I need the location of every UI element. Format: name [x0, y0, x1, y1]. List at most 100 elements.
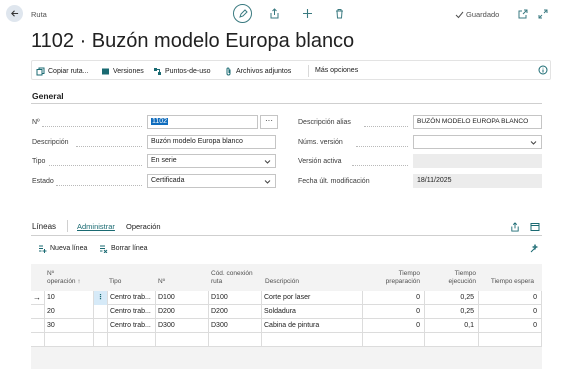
table-row[interactable]: 30 Centro trab... D300 D300 Cabina de pi… [31, 319, 542, 333]
copy-route-action[interactable]: Copiar ruta... [36, 67, 88, 76]
attachments-label: Archivos adjuntos [236, 68, 292, 75]
estado-select[interactable]: Certificada [147, 174, 276, 188]
cell-tipo[interactable]: Centro trab... [107, 291, 155, 305]
cell-espera[interactable]: 0 [478, 319, 542, 333]
table-row[interactable]: → 10 ⋮ Centro trab... D100 D100 Corte po… [31, 291, 542, 305]
versions-action[interactable]: Versiones [101, 67, 144, 76]
cell-no[interactable]: D300 [155, 319, 208, 333]
pencil-icon [238, 8, 248, 18]
new-line-button[interactable]: Nueva línea [38, 244, 87, 253]
cell-cod[interactable]: D100 [208, 291, 261, 305]
col-header-ejec-line1: Tiempo [454, 270, 476, 277]
row-menu-icon[interactable]: ⋮ [93, 291, 107, 305]
breadcrumb[interactable]: Ruta [31, 10, 47, 19]
tipo-label: Tipo [32, 158, 46, 165]
cell-descripcion[interactable]: Cabina de pintura [261, 319, 362, 333]
cell-cod[interactable]: D300 [208, 319, 261, 333]
col-header-operacion[interactable]: Nº operación ↑ [47, 270, 81, 285]
delete-button[interactable] [334, 8, 345, 19]
col-header-tiempo-espera[interactable]: Tiempo espera [488, 278, 534, 286]
cell-descripcion[interactable]: Soldadura [261, 305, 362, 319]
row-menu-cell[interactable] [93, 305, 107, 319]
tipo-select[interactable]: En serie [147, 154, 276, 168]
row-menu-cell[interactable] [93, 319, 107, 333]
general-divider [31, 103, 542, 104]
tab-operacion[interactable]: Operación [126, 222, 161, 231]
col-header-tiempo-ejecucion[interactable]: Tiempo ejecución [433, 270, 476, 285]
col-header-cod-line2: ruta [211, 277, 223, 285]
alias-field[interactable]: BUZÓN MODELO EUROPA BLANCO [413, 115, 542, 129]
cell-no[interactable]: D100 [155, 291, 208, 305]
expand-button[interactable] [537, 8, 548, 19]
lines-share-button[interactable] [509, 221, 520, 232]
cell-prep[interactable]: 0 [362, 305, 424, 319]
book-icon [102, 68, 109, 75]
cell-descripcion[interactable]: Corte por laser [261, 291, 362, 305]
cell-no[interactable] [155, 333, 208, 347]
edit-button[interactable] [233, 4, 252, 23]
cell-espera[interactable]: 0 [478, 305, 542, 319]
delete-line-button[interactable]: Borrar línea [99, 244, 148, 253]
col-header-operacion-line1: Nº [47, 270, 55, 277]
cell-tipo[interactable] [107, 333, 155, 347]
cell-descripcion[interactable] [261, 333, 362, 347]
cell-cod[interactable] [208, 333, 261, 347]
no-assist-button[interactable]: ··· [260, 115, 278, 129]
cell-ejec[interactable]: 0,25 [424, 291, 478, 305]
copy-icon [36, 67, 45, 76]
cell-operacion[interactable]: 20 [44, 305, 93, 319]
table-row[interactable]: 20 Centro trab... D200 D200 Soldadura 0 … [31, 305, 542, 319]
fecha-field: 18/11/2025 [413, 174, 542, 188]
info-icon [538, 65, 548, 75]
row-menu-cell[interactable] [93, 333, 107, 347]
more-options-label: Más opciones [315, 67, 359, 74]
no-field[interactable]: 1102 [147, 115, 258, 129]
cell-espera[interactable]: 0 [478, 291, 542, 305]
back-button[interactable] [6, 5, 23, 22]
cell-tipo[interactable]: Centro trab... [107, 305, 155, 319]
new-line-label: Nueva línea [50, 245, 88, 252]
col-header-descripcion[interactable]: Descripción [265, 278, 299, 286]
lines-title: Líneas [32, 222, 57, 231]
col-header-tiempo-preparacion[interactable]: Tiempo preparación [380, 270, 420, 285]
descripcion-field[interactable]: Buzón modelo Europa blanco [147, 135, 276, 149]
more-options-action[interactable]: Más opciones [315, 67, 358, 74]
attachments-action[interactable]: Archivos adjuntos [224, 67, 291, 76]
alias-label: Descripción alias [298, 119, 351, 126]
cell-prep[interactable]: 0 [362, 319, 424, 333]
col-header-tipo[interactable]: Tipo [109, 278, 121, 286]
share-button[interactable] [269, 8, 280, 19]
cell-ejec[interactable]: 0,25 [424, 305, 478, 319]
version-activa-field [413, 154, 542, 168]
general-section-title: General [32, 91, 64, 101]
tipo-value: En serie [151, 157, 177, 164]
cell-ejec[interactable] [424, 333, 478, 347]
cell-espera[interactable] [478, 333, 542, 347]
cell-cod[interactable]: D200 [208, 305, 261, 319]
info-button[interactable] [538, 65, 548, 75]
cell-operacion[interactable] [44, 333, 93, 347]
cell-no[interactable]: D200 [155, 305, 208, 319]
personalize-button[interactable] [528, 243, 539, 254]
cell-ejec[interactable]: 0,1 [424, 319, 478, 333]
cell-tipo[interactable]: Centro trab... [107, 319, 155, 333]
paperclip-icon [226, 67, 231, 76]
chevron-down-icon [264, 180, 271, 184]
cell-operacion[interactable]: 10 [44, 291, 93, 305]
col-header-no[interactable]: Nº [158, 278, 165, 286]
table-row-empty[interactable] [31, 333, 542, 347]
cell-prep[interactable] [362, 333, 424, 347]
lines-expand-button[interactable] [529, 221, 540, 232]
tab-administrar[interactable]: Administrar [77, 222, 115, 231]
new-line-icon [39, 245, 47, 253]
where-used-action[interactable]: Puntos-de-uso [153, 67, 211, 76]
open-new-window-button[interactable] [517, 8, 528, 19]
where-used-icon [154, 68, 161, 75]
cell-prep[interactable]: 0 [362, 291, 424, 305]
new-button[interactable] [302, 8, 313, 19]
dotted-leader [49, 165, 142, 166]
col-header-cod-conexion[interactable]: Cód. conexión ruta [211, 270, 253, 285]
cell-operacion[interactable]: 30 [44, 319, 93, 333]
nums-version-select[interactable] [413, 135, 542, 149]
expand-icon [538, 9, 547, 18]
